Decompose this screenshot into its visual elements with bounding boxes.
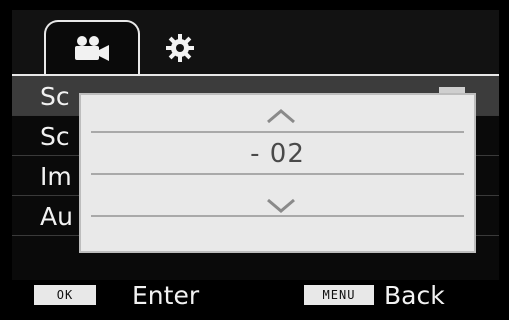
value-adjust-dialog: - 02 bbox=[79, 93, 476, 253]
hint-bar: OK Enter MENU Back bbox=[12, 280, 499, 312]
ok-key-badge[interactable]: OK bbox=[34, 285, 96, 305]
back-label: Back bbox=[384, 281, 445, 310]
menu-key-badge[interactable]: MENU bbox=[304, 285, 374, 305]
menu-item-label: Au bbox=[40, 202, 73, 231]
camera-display: Sc Sc Im Au - 02 OK Enter MENU Back bbox=[0, 0, 509, 320]
menu-item-label: Sc bbox=[40, 82, 70, 111]
menu-screen: Sc Sc Im Au - 02 OK Enter MENU Back bbox=[12, 10, 499, 312]
divider bbox=[91, 215, 464, 217]
divider bbox=[91, 173, 464, 175]
chevron-up-icon[interactable] bbox=[265, 107, 297, 125]
tab-video[interactable] bbox=[44, 20, 140, 76]
video-camera-icon bbox=[75, 36, 109, 61]
tab-settings[interactable] bbox=[150, 20, 210, 76]
adjust-value: - 02 bbox=[250, 139, 305, 169]
menu-item-label: Sc bbox=[40, 122, 70, 151]
divider bbox=[91, 131, 464, 133]
chevron-down-icon[interactable] bbox=[265, 197, 297, 215]
enter-label: Enter bbox=[132, 281, 200, 310]
menu-item-label: Im bbox=[40, 162, 72, 191]
gear-icon bbox=[166, 34, 194, 62]
tab-bar bbox=[12, 10, 499, 76]
